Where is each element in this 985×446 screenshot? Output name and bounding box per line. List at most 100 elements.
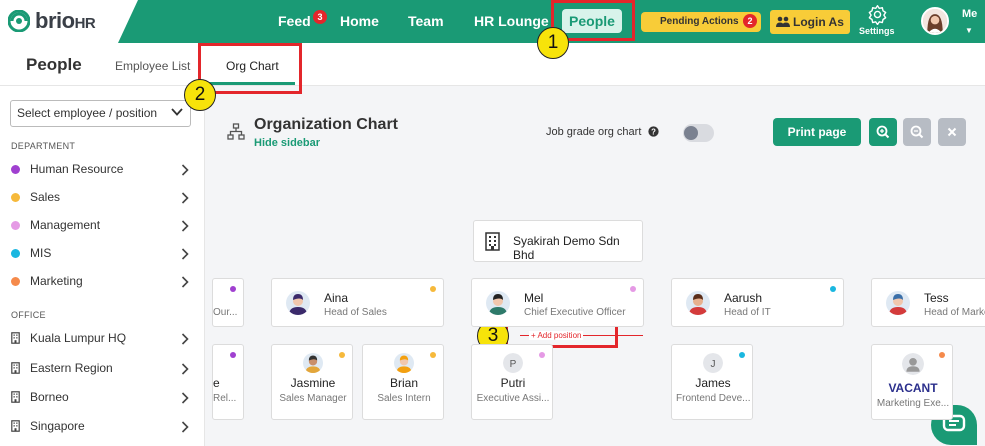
sidebar-department-item[interactable]: MIS [0, 239, 205, 267]
department-heading: DEPARTMENT [11, 141, 76, 151]
chevron-right-icon [181, 220, 189, 232]
chevron-down-icon[interactable] [171, 107, 183, 117]
reset-zoom-button[interactable] [938, 118, 966, 146]
sidebar-office-item[interactable]: Singapore [0, 412, 205, 440]
department-color-dot [11, 249, 20, 258]
office-label: Kuala Lumpur HQ [30, 331, 127, 345]
zoom-in-icon [876, 125, 890, 139]
employee-avatar: J [703, 353, 723, 373]
settings-label[interactable]: Settings [859, 26, 895, 36]
department-label: MIS [30, 246, 52, 260]
nav-team[interactable]: Team [408, 13, 444, 29]
sidebar-office-item[interactable]: Borneo [0, 383, 205, 411]
employee-name: Brian [389, 376, 418, 390]
employee-avatar: P [503, 353, 523, 373]
svg-text:J: J [711, 359, 716, 370]
employee-card[interactable]: Mel Chief Executive Officer [471, 278, 644, 327]
employee-role: Our... [213, 307, 238, 318]
employee-card[interactable]: Aina Head of Sales [271, 278, 444, 327]
toggle-knob[interactable] [684, 126, 698, 140]
svg-text:P: P [510, 359, 517, 370]
department-color-dot [430, 286, 436, 292]
employee-avatar [486, 291, 510, 315]
employee-card[interactable]: Brian Sales Intern [362, 344, 444, 420]
me-menu-label[interactable]: Me [962, 8, 977, 20]
chevron-right-icon [181, 363, 189, 375]
nav-feed[interactable]: Feed [278, 13, 311, 29]
brand-logo[interactable]: brioHR [35, 8, 96, 34]
department-color-dot [230, 286, 236, 292]
sidebar-department-item[interactable]: Human Resource [0, 155, 205, 183]
users-icon [776, 16, 790, 27]
building-icon [485, 232, 500, 251]
chevron-right-icon [181, 392, 189, 404]
chevron-right-icon [181, 421, 189, 433]
employee-portrait-icon [286, 291, 310, 315]
employee-name: Jasmine [290, 376, 336, 390]
zoom-out-icon [910, 125, 924, 139]
department-label: Human Resource [30, 162, 124, 176]
building-icon [11, 362, 20, 374]
employee-role: Head of Sales [324, 307, 387, 318]
sidebar-office-item[interactable]: Kuala Lumpur HQ [0, 324, 205, 352]
building-icon [11, 332, 20, 344]
employee-avatar [686, 291, 710, 315]
building-icon [11, 420, 20, 432]
employee-card[interactable]: J James Frontend Deve... [671, 344, 753, 420]
nav-hr-lounge[interactable]: HR Lounge [474, 13, 549, 29]
hide-sidebar-link[interactable]: Hide sidebar [254, 137, 320, 149]
print-page-button[interactable]: Print page [773, 118, 861, 146]
department-label: Marketing [30, 274, 83, 288]
employee-position-select[interactable]: Select employee / position [10, 100, 191, 127]
employee-card[interactable]: P Putri Executive Assi... [471, 344, 553, 420]
office-label: Singapore [30, 419, 85, 433]
sidebar-department-item[interactable]: Management [0, 211, 205, 239]
department-label: Sales [30, 190, 61, 204]
employee-portrait-icon [886, 291, 910, 315]
employee-portrait-icon [303, 353, 323, 373]
employee-card[interactable]: Jasmine Sales Manager [271, 344, 353, 420]
employee-role: Sales Manager [279, 393, 347, 404]
department-color-dot [11, 165, 20, 174]
employee-card[interactable]: e Rel... [212, 344, 244, 420]
chevron-right-icon [181, 248, 189, 260]
employee-card[interactable]: Aarush Head of IT [671, 278, 844, 327]
zoom-out-button[interactable] [903, 118, 931, 146]
question-circle-icon[interactable]: ? [648, 126, 659, 137]
nav-home[interactable]: Home [340, 13, 379, 29]
office-heading: OFFICE [11, 310, 46, 320]
company-node[interactable]: Syakirah Demo Sdn Bhd [473, 220, 643, 262]
brio-logo-icon [8, 10, 30, 32]
zoom-in-button[interactable] [869, 118, 897, 146]
employee-card[interactable]: Our... [212, 278, 244, 327]
employee-name: Aarush [724, 291, 763, 305]
employee-card[interactable]: Tess Head of Marke... [871, 278, 985, 327]
employee-role: Marketing Exe... [876, 398, 950, 409]
employee-avatar [286, 291, 310, 315]
office-label: Borneo [30, 390, 69, 404]
caret-down-icon[interactable]: ▼ [965, 26, 973, 35]
department-color-dot [11, 221, 20, 230]
chevron-right-icon [181, 276, 189, 288]
employee-portrait-icon [486, 291, 510, 315]
initial-avatar-icon: P [503, 353, 523, 373]
gear-icon[interactable] [867, 4, 888, 25]
employee-avatar [886, 291, 910, 315]
user-portrait-icon [923, 9, 947, 33]
sidebar-department-item[interactable]: Sales [0, 183, 205, 211]
department-color-dot [739, 352, 745, 358]
org-chart-title: Organization Chart [254, 116, 399, 133]
department-color-dot [630, 286, 636, 292]
vacant-position-card[interactable]: VACANT Marketing Exe... [871, 344, 953, 420]
step-marker-2: 2 [184, 79, 216, 111]
tab-employee-list[interactable]: Employee List [115, 59, 190, 73]
department-color-dot [11, 277, 20, 286]
department-color-dot [11, 193, 20, 202]
employee-role: Frontend Deve... [676, 393, 750, 404]
sidebar-office-item[interactable]: Eastern Region [0, 354, 205, 382]
sidebar-department-item[interactable]: Marketing [0, 267, 205, 295]
brand-name: brio [35, 8, 75, 33]
job-grade-label: Job grade org chart [546, 126, 642, 138]
user-avatar[interactable] [921, 7, 949, 35]
employee-role: Head of IT [724, 307, 771, 318]
